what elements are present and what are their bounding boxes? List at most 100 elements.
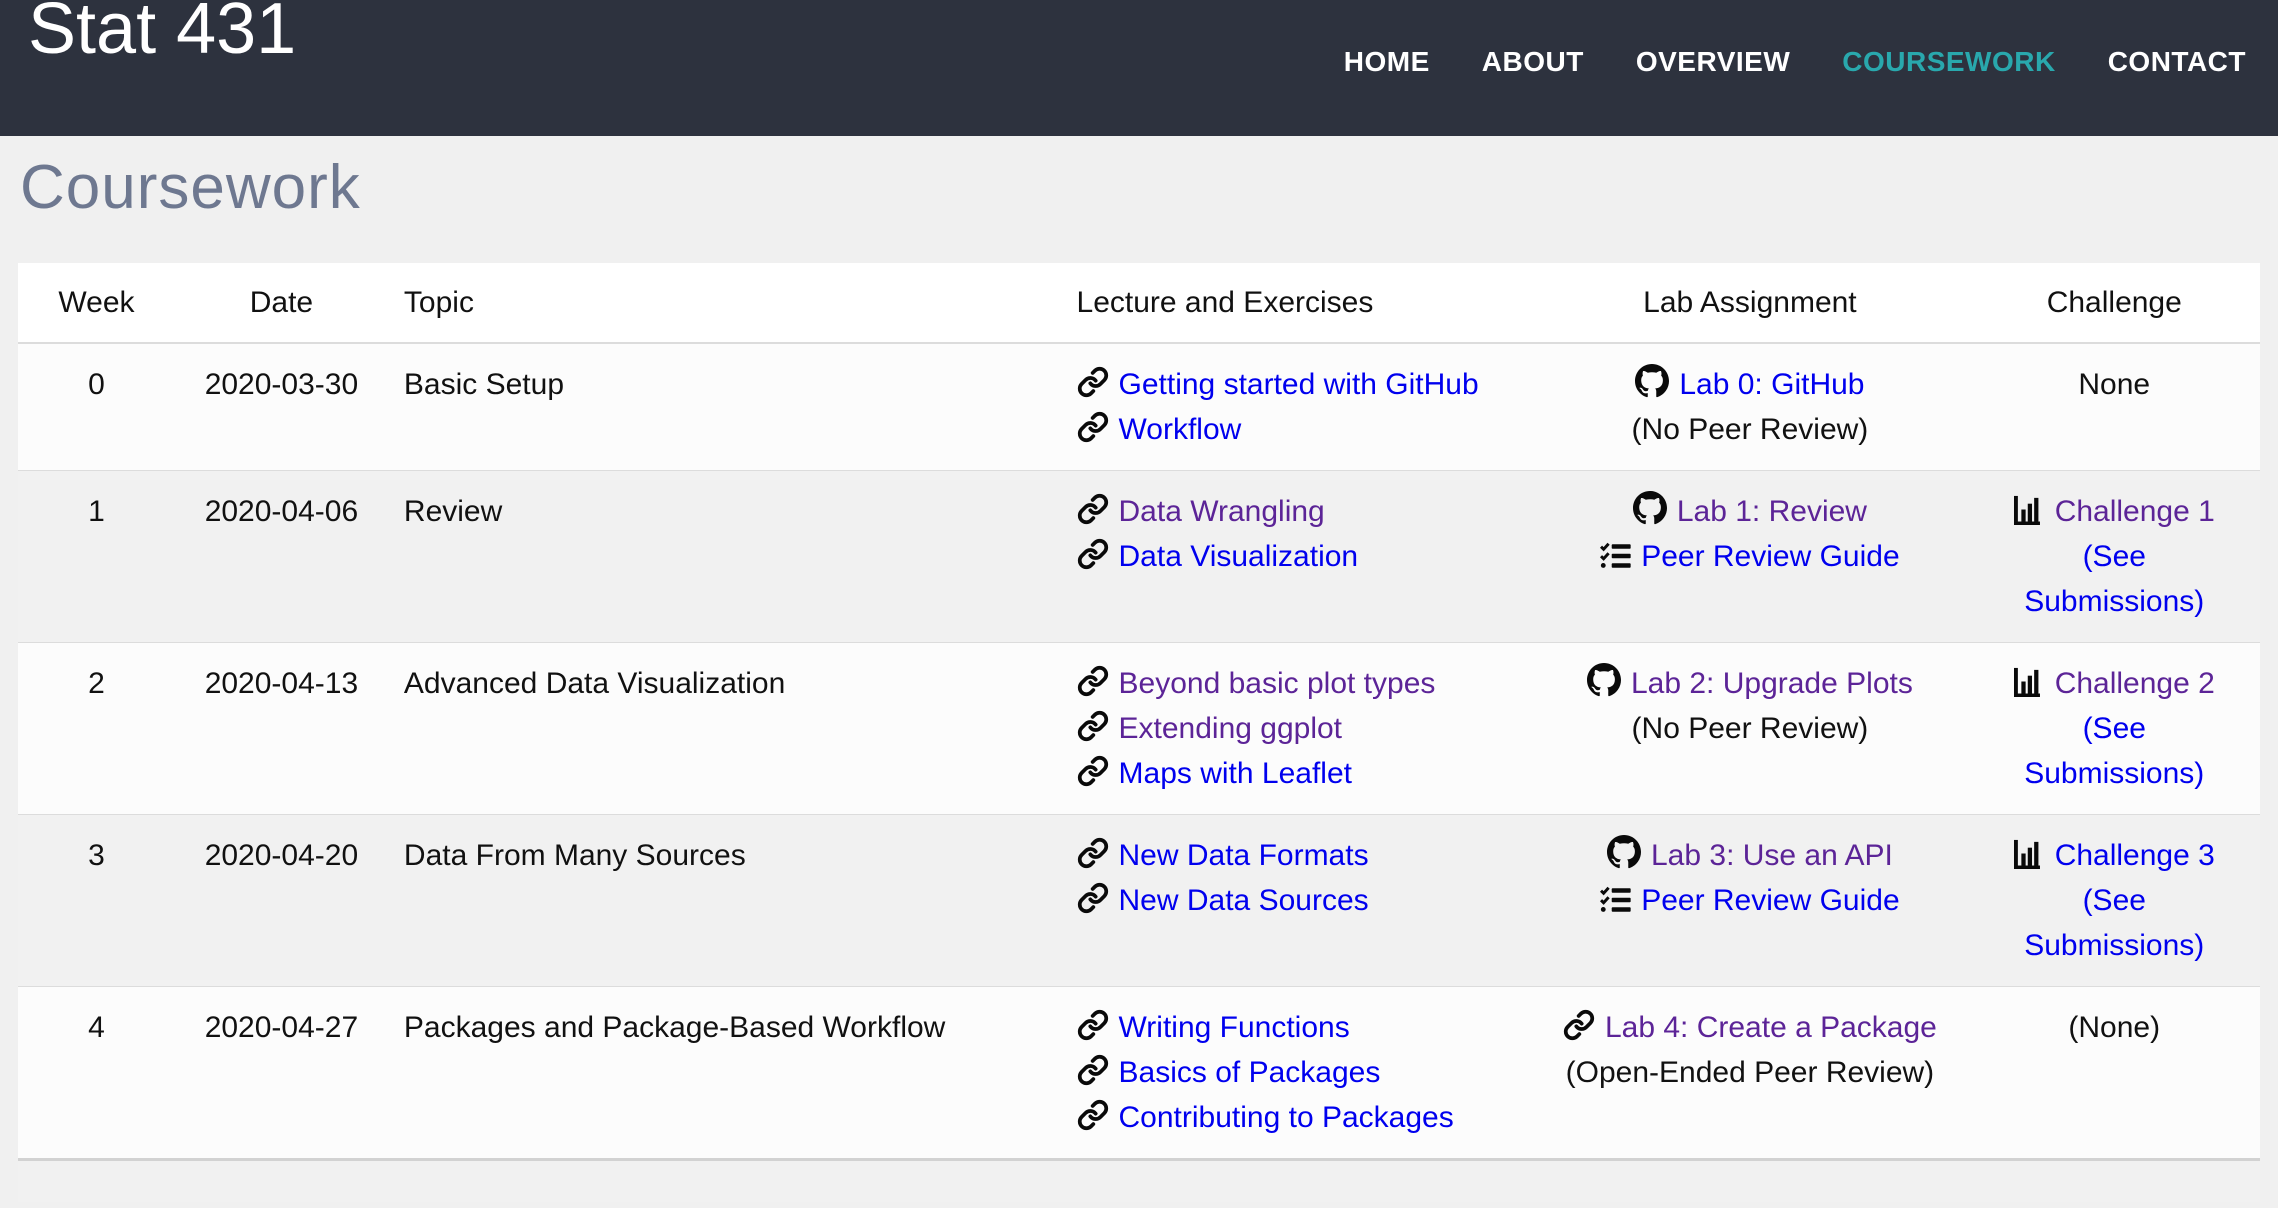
table-row: 32020-04-20Data From Many SourcesNew Dat… — [18, 815, 2260, 987]
date-cell: 2020-04-13 — [175, 643, 388, 815]
lecture-cell: Data Wrangling Data Visualization — [1061, 471, 1532, 643]
checklist-icon — [1600, 542, 1631, 570]
link-icon — [1077, 366, 1109, 398]
cell-link[interactable]: Beyond basic plot types — [1119, 667, 1436, 700]
cell-link[interactable]: Data Visualization — [1119, 540, 1359, 573]
brand-title[interactable]: Stat 431 — [28, 0, 296, 69]
cell-link[interactable]: (See Submissions) — [2019, 534, 2209, 624]
col-header-challenge: Challenge — [1969, 263, 2260, 343]
cell-link[interactable]: Challenge 1 — [2055, 495, 2215, 528]
cell-link[interactable]: Extending ggplot — [1119, 712, 1343, 745]
cell-line: Challenge 3 — [1985, 833, 2244, 878]
bar-chart-icon — [2014, 666, 2045, 697]
date-cell: 2020-04-27 — [175, 987, 388, 1160]
nav-link-home[interactable]: HOME — [1344, 46, 1430, 78]
cell-link[interactable]: Lab 4: Create a Package — [1605, 1011, 1937, 1044]
cell-line: Lab 2: Upgrade Plots — [1547, 661, 1952, 706]
cell-link[interactable]: Peer Review Guide — [1641, 540, 1899, 573]
navbar: Stat 431 HOME ABOUT OVERVIEW COURSEWORK … — [0, 0, 2278, 136]
col-header-week: Week — [18, 263, 175, 343]
cell-line: Basics of Packages — [1077, 1050, 1516, 1095]
nav-link-contact[interactable]: CONTACT — [2108, 46, 2246, 78]
date-cell: 2020-03-30 — [175, 343, 388, 471]
link-icon — [1077, 882, 1109, 914]
cell-text: (None) — [2068, 1011, 2160, 1044]
challenge-cell: (None) — [1969, 987, 2260, 1160]
cell-line: Lab 3: Use an API — [1547, 833, 1952, 878]
cell-text: (Open-Ended Peer Review) — [1566, 1056, 1935, 1089]
col-header-lab: Lab Assignment — [1531, 263, 1968, 343]
cell-line: Lab 1: Review — [1547, 489, 1952, 534]
header-row: Week Date Topic Lecture and Exercises La… — [18, 263, 2260, 343]
week-cell: 1 — [18, 471, 175, 643]
cell-link[interactable]: Contributing to Packages — [1119, 1101, 1454, 1134]
week-cell: 4 — [18, 987, 175, 1160]
cell-link[interactable]: Lab 2: Upgrade Plots — [1631, 667, 1913, 700]
link-icon — [1077, 1054, 1109, 1086]
cell-line: New Data Formats — [1077, 833, 1516, 878]
lab-cell: Lab 4: Create a Package (Open-Ended Peer … — [1531, 987, 1968, 1160]
cell-link[interactable]: Workflow — [1119, 413, 1242, 446]
nav-link-coursework[interactable]: COURSEWORK — [1842, 46, 2055, 78]
cell-line: Peer Review Guide — [1547, 534, 1952, 579]
cell-link[interactable]: Lab 1: Review — [1677, 495, 1867, 528]
topic-cell: Data From Many Sources — [388, 815, 1061, 987]
cell-link[interactable]: (See Submissions) — [2019, 878, 2209, 968]
col-header-lecture: Lecture and Exercises — [1061, 263, 1532, 343]
nav-link-about[interactable]: ABOUT — [1482, 46, 1584, 78]
github-icon — [1633, 491, 1667, 525]
cell-line: (No Peer Review) — [1547, 407, 1952, 452]
cell-link[interactable]: Challenge 2 — [2055, 667, 2215, 700]
link-icon — [1077, 493, 1109, 525]
cell-link[interactable]: New Data Formats — [1119, 839, 1369, 872]
cell-link[interactable]: Basics of Packages — [1119, 1056, 1381, 1089]
nav-links: HOME ABOUT OVERVIEW COURSEWORK CONTACT — [1344, 46, 2246, 78]
lab-cell: Lab 2: Upgrade Plots (No Peer Review) — [1531, 643, 1968, 815]
topic-cell: Advanced Data Visualization — [388, 643, 1061, 815]
cell-link[interactable]: New Data Sources — [1119, 884, 1369, 917]
cell-link[interactable]: (See Submissions) — [2019, 706, 2209, 796]
date-cell: 2020-04-06 — [175, 471, 388, 643]
table-header: Week Date Topic Lecture and Exercises La… — [18, 263, 2260, 343]
cell-line: (No Peer Review) — [1547, 706, 1952, 751]
lecture-cell: Beyond basic plot types Extending ggplot M… — [1061, 643, 1532, 815]
link-icon — [1077, 1009, 1109, 1041]
cell-link[interactable]: Challenge 3 — [2055, 839, 2215, 872]
coursework-table-wrap: Week Date Topic Lecture and Exercises La… — [18, 263, 2260, 1202]
cell-line: Challenge 2 — [1985, 661, 2244, 706]
col-header-topic: Topic — [388, 263, 1061, 343]
week-cell: 2 — [18, 643, 175, 815]
cell-link[interactable]: Lab 0: GitHub — [1679, 368, 1864, 401]
cell-line: Writing Functions — [1077, 1005, 1516, 1050]
cell-text: (No Peer Review) — [1632, 712, 1869, 745]
challenge-cell: None — [1969, 343, 2260, 471]
cell-line: Data Wrangling — [1077, 489, 1516, 534]
link-icon — [1077, 755, 1109, 787]
cell-link[interactable]: Peer Review Guide — [1641, 884, 1899, 917]
challenge-cell: Challenge 2 (See Submissions) — [1969, 643, 2260, 815]
cell-line: Data Visualization — [1077, 534, 1516, 579]
cell-link[interactable]: Maps with Leaflet — [1119, 757, 1352, 790]
cell-line: Getting started with GitHub — [1077, 362, 1516, 407]
cell-line: (Open-Ended Peer Review) — [1547, 1050, 1952, 1095]
topic-cell: Basic Setup — [388, 343, 1061, 471]
link-icon — [1077, 1099, 1109, 1131]
lecture-cell: Writing Functions Basics of Packages Contr… — [1061, 987, 1532, 1160]
cell-link[interactable]: Getting started with GitHub — [1119, 368, 1479, 401]
lecture-cell: New Data Formats New Data Sources — [1061, 815, 1532, 987]
cell-line: Contributing to Packages — [1077, 1095, 1516, 1140]
cell-line: Lab 0: GitHub — [1547, 362, 1952, 407]
week-cell: 3 — [18, 815, 175, 987]
cell-line: None — [1985, 362, 2244, 407]
link-icon — [1077, 538, 1109, 570]
cell-link[interactable]: Lab 3: Use an API — [1651, 839, 1893, 872]
cell-link[interactable]: Data Wrangling — [1119, 495, 1325, 528]
nav-link-overview[interactable]: OVERVIEW — [1636, 46, 1790, 78]
topic-cell: Review — [388, 471, 1061, 643]
cell-text: None — [2078, 368, 2150, 401]
github-icon — [1607, 835, 1641, 869]
cell-link[interactable]: Writing Functions — [1119, 1011, 1350, 1044]
cell-line: Lab 4: Create a Package — [1547, 1005, 1952, 1050]
table-row: 22020-04-13Advanced Data VisualizationBe… — [18, 643, 2260, 815]
link-icon — [1563, 1009, 1595, 1041]
